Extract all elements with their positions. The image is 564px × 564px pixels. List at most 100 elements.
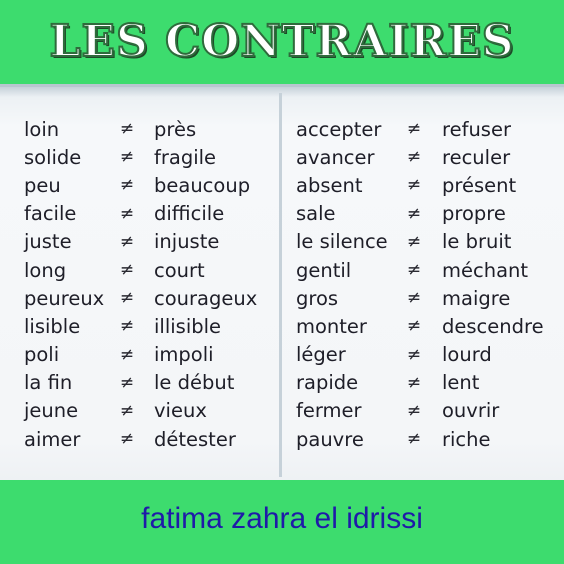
not-equal-sign: ≠ bbox=[406, 203, 422, 224]
word: le silence bbox=[296, 230, 388, 254]
opposite-word: présent bbox=[442, 173, 517, 197]
opposite-word: riche bbox=[442, 427, 491, 451]
word: avancer bbox=[296, 145, 375, 169]
opposite-pair-row: avancer ≠ reculer bbox=[296, 143, 544, 171]
word: rapide bbox=[296, 371, 359, 395]
word: pauvre bbox=[296, 427, 364, 451]
word: solide bbox=[24, 145, 82, 169]
author-name: fatima zahra el idrissi bbox=[141, 502, 423, 535]
header-banner: LES CONTRAIRES bbox=[0, 0, 564, 84]
not-equal-sign: ≠ bbox=[119, 372, 135, 393]
opposite-word: court bbox=[154, 258, 205, 282]
opposite-pair-row: accepter ≠ refuser bbox=[296, 115, 544, 143]
opposite-word: courageux bbox=[154, 286, 258, 310]
word: fermer bbox=[296, 399, 362, 423]
opposite-pair-row: peu ≠ beaucoup bbox=[24, 171, 257, 199]
not-equal-sign: ≠ bbox=[119, 231, 135, 252]
opposite-pair-row: rapide ≠ lent bbox=[296, 369, 544, 397]
opposite-word: le bruit bbox=[442, 230, 512, 254]
opposite-pair-row: aimer ≠ détester bbox=[24, 425, 257, 453]
word: poli bbox=[24, 343, 60, 367]
column-divider bbox=[279, 93, 282, 477]
opposite-pair-row: peureux ≠ courageux bbox=[24, 284, 257, 312]
opposite-word: difficile bbox=[154, 202, 225, 226]
word: juste bbox=[24, 230, 72, 254]
not-equal-sign: ≠ bbox=[119, 288, 135, 309]
word: monter bbox=[296, 314, 367, 338]
not-equal-sign: ≠ bbox=[406, 175, 422, 196]
not-equal-sign: ≠ bbox=[406, 344, 422, 365]
opposite-pair-row: jeune ≠ vieux bbox=[24, 397, 257, 425]
word: jeune bbox=[24, 399, 79, 423]
poster-title: LES CONTRAIRES bbox=[48, 16, 515, 67]
word: loin bbox=[24, 117, 60, 141]
word: aimer bbox=[24, 427, 81, 451]
not-equal-sign: ≠ bbox=[119, 147, 135, 168]
opposite-word: impoli bbox=[154, 343, 214, 367]
opposite-word: refuser bbox=[442, 117, 511, 141]
opposite-word: lent bbox=[442, 371, 480, 395]
word: gros bbox=[296, 286, 339, 310]
opposite-pair-row: facile ≠ difficile bbox=[24, 200, 257, 228]
opposite-pair-row: poli ≠ impoli bbox=[24, 341, 257, 369]
word: peu bbox=[24, 173, 61, 197]
not-equal-sign: ≠ bbox=[119, 429, 135, 450]
opposite-word: près bbox=[154, 117, 197, 141]
opposite-word: reculer bbox=[442, 145, 511, 169]
opposite-pair-row: léger ≠ lourd bbox=[296, 341, 544, 369]
left-column: loin ≠ près solide ≠ fragile peu ≠ beaucoup facil… bbox=[24, 115, 257, 453]
not-equal-sign: ≠ bbox=[119, 203, 135, 224]
opposite-word: le début bbox=[154, 371, 235, 395]
opposite-pair-row: pauvre ≠ riche bbox=[296, 425, 544, 453]
not-equal-sign: ≠ bbox=[406, 147, 422, 168]
word: lisible bbox=[24, 314, 81, 338]
not-equal-sign: ≠ bbox=[406, 260, 422, 281]
not-equal-sign: ≠ bbox=[119, 175, 135, 196]
not-equal-sign: ≠ bbox=[119, 344, 135, 365]
opposite-pair-row: monter ≠ descendre bbox=[296, 312, 544, 340]
footer-banner: fatima zahra el idrissi bbox=[0, 480, 564, 564]
word: la fin bbox=[24, 371, 73, 395]
word: gentil bbox=[296, 258, 352, 282]
opposite-word: injuste bbox=[154, 230, 220, 254]
word: léger bbox=[296, 343, 346, 367]
opposite-word: beaucoup bbox=[154, 173, 251, 197]
opposite-pair-row: lisible ≠ illisible bbox=[24, 312, 257, 340]
opposite-pair-row: loin ≠ près bbox=[24, 115, 257, 143]
opposite-pair-row: le silence ≠ le bruit bbox=[296, 228, 544, 256]
opposite-pair-row: la fin ≠ le début bbox=[24, 369, 257, 397]
opposite-word: illisible bbox=[154, 314, 222, 338]
not-equal-sign: ≠ bbox=[406, 372, 422, 393]
poster: LES CONTRAIRES loin ≠ près solide ≠ fragile pe… bbox=[0, 0, 564, 564]
not-equal-sign: ≠ bbox=[119, 260, 135, 281]
not-equal-sign: ≠ bbox=[119, 316, 135, 337]
not-equal-sign: ≠ bbox=[406, 316, 422, 337]
opposite-pair-row: fermer ≠ ouvrir bbox=[296, 397, 544, 425]
word-board: loin ≠ près solide ≠ fragile peu ≠ beaucoup facil… bbox=[0, 84, 564, 480]
opposite-pair-row: sale ≠ propre bbox=[296, 200, 544, 228]
word: absent bbox=[296, 173, 363, 197]
not-equal-sign: ≠ bbox=[119, 119, 135, 140]
word: facile bbox=[24, 202, 77, 226]
opposite-pair-row: juste ≠ injuste bbox=[24, 228, 257, 256]
opposite-pair-row: gentil ≠ méchant bbox=[296, 256, 544, 284]
not-equal-sign: ≠ bbox=[406, 400, 422, 421]
not-equal-sign: ≠ bbox=[406, 288, 422, 309]
opposite-word: ouvrir bbox=[442, 399, 500, 423]
word: peureux bbox=[24, 286, 105, 310]
right-column: accepter ≠ refuser avancer ≠ reculer absent ≠ pr… bbox=[296, 115, 544, 453]
opposite-word: détester bbox=[154, 427, 236, 451]
opposite-pair-row: long ≠ court bbox=[24, 256, 257, 284]
opposite-word: propre bbox=[442, 202, 506, 226]
word: sale bbox=[296, 202, 336, 226]
opposite-word: vieux bbox=[154, 399, 207, 423]
opposite-word: maigre bbox=[442, 286, 511, 310]
word: long bbox=[24, 258, 67, 282]
opposite-pair-row: gros ≠ maigre bbox=[296, 284, 544, 312]
opposite-word: fragile bbox=[154, 145, 217, 169]
opposite-pair-row: absent ≠ présent bbox=[296, 171, 544, 199]
not-equal-sign: ≠ bbox=[406, 231, 422, 252]
opposite-word: méchant bbox=[442, 258, 529, 282]
word: accepter bbox=[296, 117, 382, 141]
opposite-pair-row: solide ≠ fragile bbox=[24, 143, 257, 171]
